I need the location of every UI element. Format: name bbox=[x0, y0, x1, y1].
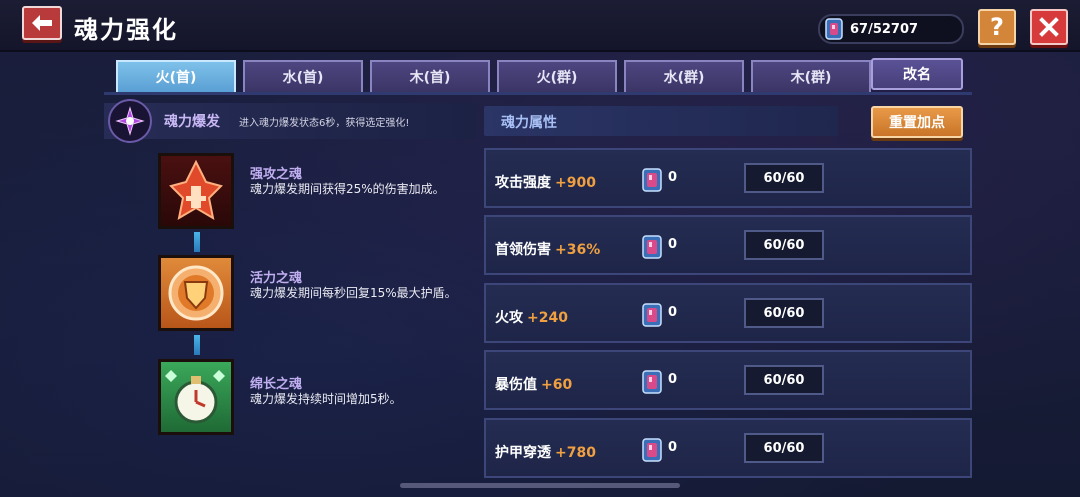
attribute-name: 首领伤害 bbox=[495, 242, 551, 258]
currency-value: 67/52707 bbox=[850, 21, 919, 37]
attribute-row[interactable]: 首领伤害 +36% 0 60/60 bbox=[484, 215, 972, 275]
attribute-cost: 0 bbox=[668, 170, 678, 185]
soul-name: 绵长之魂 bbox=[250, 377, 303, 392]
burst-emblem-icon bbox=[108, 99, 152, 143]
attributes-title: 魂力属性 bbox=[501, 115, 557, 131]
attribute-bonus: +240 bbox=[527, 310, 568, 326]
soul-gem-icon bbox=[642, 168, 662, 192]
attribute-name: 暴伤值 bbox=[495, 377, 537, 393]
scrollbar[interactable] bbox=[400, 483, 680, 488]
reset-points-button[interactable]: 重置加点 bbox=[871, 106, 963, 138]
attribute-row[interactable]: 护甲穿透 +780 0 60/60 bbox=[484, 418, 972, 478]
attribute-cost: 0 bbox=[668, 372, 678, 387]
attribute-level: 60/60 bbox=[744, 230, 824, 260]
page-title: 魂力强化 bbox=[74, 16, 178, 44]
soul-gem-icon bbox=[825, 18, 843, 40]
close-button[interactable] bbox=[1030, 9, 1068, 45]
soul-description: 魂力爆发期间每秒回复15%最大护盾。 bbox=[250, 286, 457, 300]
attributes-header: 魂力属性 bbox=[484, 106, 838, 136]
attribute-row[interactable]: 攻击强度 +900 0 60/60 bbox=[484, 148, 972, 208]
attribute-cost: 0 bbox=[668, 440, 678, 455]
back-arrow-icon bbox=[32, 15, 52, 31]
soul-gem-icon bbox=[642, 303, 662, 327]
soul-burst-panel: 魂力爆发 进入魂力爆发状态6秒，获得选定强化! 强攻之魂 魂力爆发期间获得25%… bbox=[104, 95, 476, 495]
attribute-level: 60/60 bbox=[744, 298, 824, 328]
soul-gem-icon bbox=[642, 438, 662, 462]
endurance-soul-icon[interactable] bbox=[158, 359, 234, 435]
back-button[interactable] bbox=[22, 6, 62, 40]
soul-connector bbox=[194, 335, 200, 355]
attribute-row[interactable]: 火攻 +240 0 60/60 bbox=[484, 283, 972, 343]
attribute-level: 60/60 bbox=[744, 433, 824, 463]
attribute-level: 60/60 bbox=[744, 365, 824, 395]
soul-description: 魂力爆发期间获得25%的伤害加成。 bbox=[250, 182, 445, 196]
attribute-cost: 0 bbox=[668, 305, 678, 320]
vitality-soul-icon[interactable] bbox=[158, 255, 234, 331]
attribute-bonus: +60 bbox=[541, 377, 573, 393]
tab-wood-group[interactable]: 木(群) bbox=[751, 60, 871, 92]
soul-connector bbox=[194, 232, 200, 252]
attribute-name: 护甲穿透 bbox=[495, 445, 551, 461]
soul-name: 强攻之魂 bbox=[250, 167, 303, 182]
soul-gem-icon bbox=[642, 370, 662, 394]
soul-description: 魂力爆发持续时间增加5秒。 bbox=[250, 392, 402, 406]
attribute-row[interactable]: 暴伤值 +60 0 60/60 bbox=[484, 350, 972, 410]
attribute-level: 60/60 bbox=[744, 163, 824, 193]
tab-water-group[interactable]: 水(群) bbox=[624, 60, 744, 92]
attribute-bonus: +780 bbox=[555, 445, 596, 461]
element-tabs: 火(首) 水(首) 木(首) 火(群) 水(群) 木(群) bbox=[116, 60, 871, 92]
tab-fire-single[interactable]: 火(首) bbox=[116, 60, 236, 92]
burst-title: 魂力爆发 bbox=[164, 114, 220, 130]
soul-gem-icon bbox=[642, 235, 662, 259]
attribute-bonus: +900 bbox=[555, 175, 596, 191]
top-bar: 魂力强化 67/52707 ? bbox=[0, 0, 1080, 52]
tab-wood-single[interactable]: 木(首) bbox=[370, 60, 490, 92]
attribute-cost: 0 bbox=[668, 237, 678, 252]
attribute-bonus: +36% bbox=[555, 242, 601, 258]
soul-name: 活力之魂 bbox=[250, 271, 303, 286]
soul-currency-display: 67/52707 bbox=[818, 14, 964, 44]
rename-button[interactable]: 改名 bbox=[871, 58, 963, 90]
power-soul-icon[interactable] bbox=[158, 153, 234, 229]
tab-water-single[interactable]: 水(首) bbox=[243, 60, 363, 92]
help-button[interactable]: ? bbox=[978, 9, 1016, 45]
close-icon bbox=[1039, 17, 1059, 37]
burst-description: 进入魂力爆发状态6秒，获得选定强化! bbox=[239, 118, 410, 129]
attribute-name: 攻击强度 bbox=[495, 175, 551, 191]
tab-fire-group[interactable]: 火(群) bbox=[497, 60, 617, 92]
attribute-name: 火攻 bbox=[495, 310, 523, 326]
